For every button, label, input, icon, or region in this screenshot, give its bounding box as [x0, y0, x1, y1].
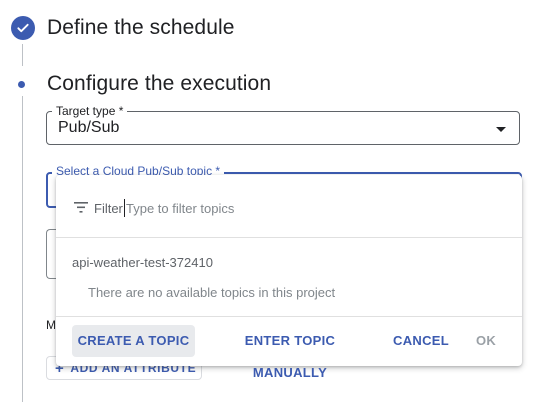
ok-button[interactable]: OK	[470, 325, 502, 357]
step-title-schedule[interactable]: Define the schedule	[47, 16, 235, 40]
cancel-button[interactable]: CANCEL	[389, 325, 453, 357]
create-topic-button[interactable]: CREATE A TOPIC	[72, 325, 195, 357]
stepper-rail-lower	[22, 96, 23, 402]
project-group-label: api-weather-test-372410	[72, 255, 213, 270]
filter-label: Filter	[94, 201, 123, 216]
filter-row: Filter	[56, 175, 522, 237]
check-icon	[17, 23, 29, 33]
arrow-drop-down-icon[interactable]	[496, 127, 506, 132]
step-completed-indicator	[11, 16, 35, 40]
message-attributes-heading: M	[46, 318, 56, 332]
filter-icon	[74, 202, 88, 213]
filter-input[interactable]	[124, 199, 426, 217]
target-type-label: Target type *	[52, 104, 128, 118]
enter-topic-manually-button[interactable]: ENTER TOPIC MANUALLY	[208, 325, 372, 380]
topic-dropdown-panel: Filter api-weather-test-372410 There are…	[56, 175, 522, 380]
step-title-execution: Configure the execution	[47, 72, 272, 95]
empty-topics-message: There are no available topics in this pr…	[88, 285, 336, 300]
stepper-rail	[22, 44, 23, 66]
target-type-value: Pub/Sub	[58, 119, 120, 136]
step-active-indicator	[18, 81, 25, 88]
divider	[56, 237, 522, 238]
divider	[56, 316, 522, 317]
